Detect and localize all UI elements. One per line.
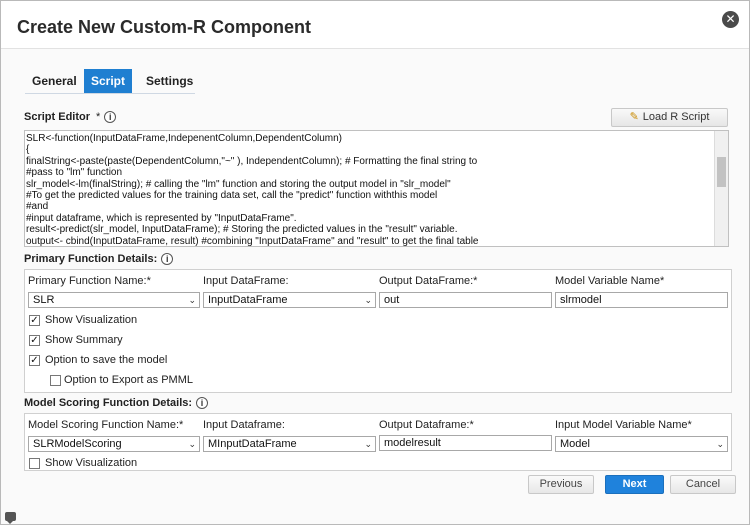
script-line: {	[26, 144, 30, 156]
close-icon[interactable]: ✕	[722, 11, 739, 28]
input-dataframe-select[interactable]: InputDataFrame ⌄	[203, 292, 376, 308]
info-icon[interactable]: i	[196, 397, 209, 410]
show-summary-checkbox[interactable]: ✓	[29, 335, 40, 346]
script-line: slr_model<-lm(finalString); # calling th…	[26, 178, 451, 190]
input-model-variable-value: Model	[560, 438, 590, 450]
script-line: #input dataframe, which is represented b…	[26, 212, 297, 224]
export-pmml-checkbox[interactable]	[50, 375, 61, 386]
show-visualization-label: Show Visualization	[45, 314, 138, 326]
cancel-button[interactable]: Cancel	[670, 475, 736, 494]
chevron-down-icon: ⌄	[364, 295, 372, 305]
input-model-variable-label: Input Model Variable Name*	[555, 419, 692, 431]
chevron-down-icon: ⌄	[364, 439, 372, 449]
scoring-function-name-label: Model Scoring Function Name:*	[28, 419, 184, 431]
scoring-function-label: Model Scoring Function Details:	[24, 397, 193, 409]
editor-scrollbar[interactable]	[714, 131, 728, 246]
output-dataframe-input[interactable]	[379, 292, 552, 308]
create-custom-r-dialog: Create New Custom-R Component ✕ General …	[0, 0, 750, 525]
input-dataframe-label: Input DataFrame:	[203, 275, 289, 287]
pencil-icon: ✎	[629, 111, 639, 123]
scoring-input-dataframe-value: MInputDataFrame	[208, 438, 297, 450]
scoring-function-panel: Model Scoring Function Name:* Input Data…	[24, 413, 732, 471]
load-r-script-label: Load R Script	[642, 111, 710, 123]
script-line: result<-predict(slr_model, InputDataFram…	[26, 224, 458, 236]
script-editor[interactable]: SLR<-function(InputDataFrame,IndepenentC…	[24, 130, 729, 247]
show-summary-label: Show Summary	[45, 334, 123, 346]
scoring-input-dataframe-label: Input Dataframe:	[203, 419, 285, 431]
chat-icon[interactable]	[5, 512, 16, 524]
next-button[interactable]: Next	[605, 475, 664, 494]
title-bar: Create New Custom-R Component ✕	[1, 1, 749, 49]
info-icon[interactable]: i	[104, 111, 117, 124]
scoring-function-heading: Model Scoring Function Details: i	[24, 397, 209, 410]
script-line: #and	[26, 201, 49, 213]
primary-function-panel: Primary Function Name:* Input DataFrame:…	[24, 269, 732, 393]
scoring-show-visualization-checkbox[interactable]	[29, 458, 40, 469]
script-line: #pass to "lm" function	[26, 167, 123, 179]
chevron-down-icon: ⌄	[716, 439, 724, 449]
editor-scroll-thumb[interactable]	[717, 157, 726, 187]
primary-function-name-value: SLR	[33, 294, 55, 306]
scoring-function-name-value: SLRModelScoring	[33, 438, 122, 450]
primary-function-label: Primary Function Details:	[24, 253, 158, 265]
script-line: #To get the predicted values for the tra…	[26, 190, 438, 202]
info-icon[interactable]: i	[161, 253, 174, 266]
input-dataframe-value: InputDataFrame	[208, 294, 288, 306]
chevron-down-icon: ⌄	[188, 439, 196, 449]
chevron-down-icon: ⌄	[188, 295, 196, 305]
save-model-label: Option to save the model	[45, 354, 168, 366]
script-editor-label: Script Editor	[24, 111, 91, 123]
model-variable-name-label: Model Variable Name*	[555, 275, 665, 287]
save-model-checkbox[interactable]: ✓	[29, 355, 40, 366]
scoring-output-dataframe-input[interactable]	[379, 435, 552, 451]
previous-button[interactable]: Previous	[528, 475, 594, 494]
primary-function-name-label: Primary Function Name:*	[28, 275, 151, 287]
tab-general[interactable]: General	[25, 69, 84, 93]
scoring-output-dataframe-label: Output Dataframe:*	[379, 419, 474, 431]
primary-function-name-select[interactable]: SLR ⌄	[28, 292, 200, 308]
scoring-function-name-select[interactable]: SLRModelScoring ⌄	[28, 436, 200, 452]
input-model-variable-select[interactable]: Model ⌄	[555, 436, 728, 452]
required-marker: *	[96, 111, 101, 123]
script-line: finalString<-paste(paste(DependentColumn…	[26, 155, 478, 167]
scoring-show-visualization-label: Show Visualization	[45, 457, 138, 469]
scoring-input-dataframe-select[interactable]: MInputDataFrame ⌄	[203, 436, 376, 452]
load-r-script-button[interactable]: ✎ Load R Script	[611, 108, 728, 127]
tab-script[interactable]: Script	[84, 69, 133, 93]
tab-divider	[25, 93, 195, 94]
output-dataframe-label: Output DataFrame:*	[379, 275, 478, 287]
show-visualization-checkbox[interactable]: ✓	[29, 315, 40, 326]
primary-function-heading: Primary Function Details: i	[24, 253, 174, 266]
dialog-title: Create New Custom-R Component	[17, 17, 312, 37]
tab-settings[interactable]: Settings	[139, 69, 200, 93]
script-line: SLR<-function(InputDataFrame,IndepenentC…	[26, 133, 343, 144]
script-editor-heading: Script Editor * i	[24, 111, 117, 124]
script-lines: SLR<-function(InputDataFrame,IndepenentC…	[25, 133, 714, 247]
export-pmml-label: Option to Export as PMML	[64, 374, 193, 386]
model-variable-name-input[interactable]	[555, 292, 728, 308]
script-line: output<- cbind(InputDataFrame, result) #…	[26, 235, 479, 247]
